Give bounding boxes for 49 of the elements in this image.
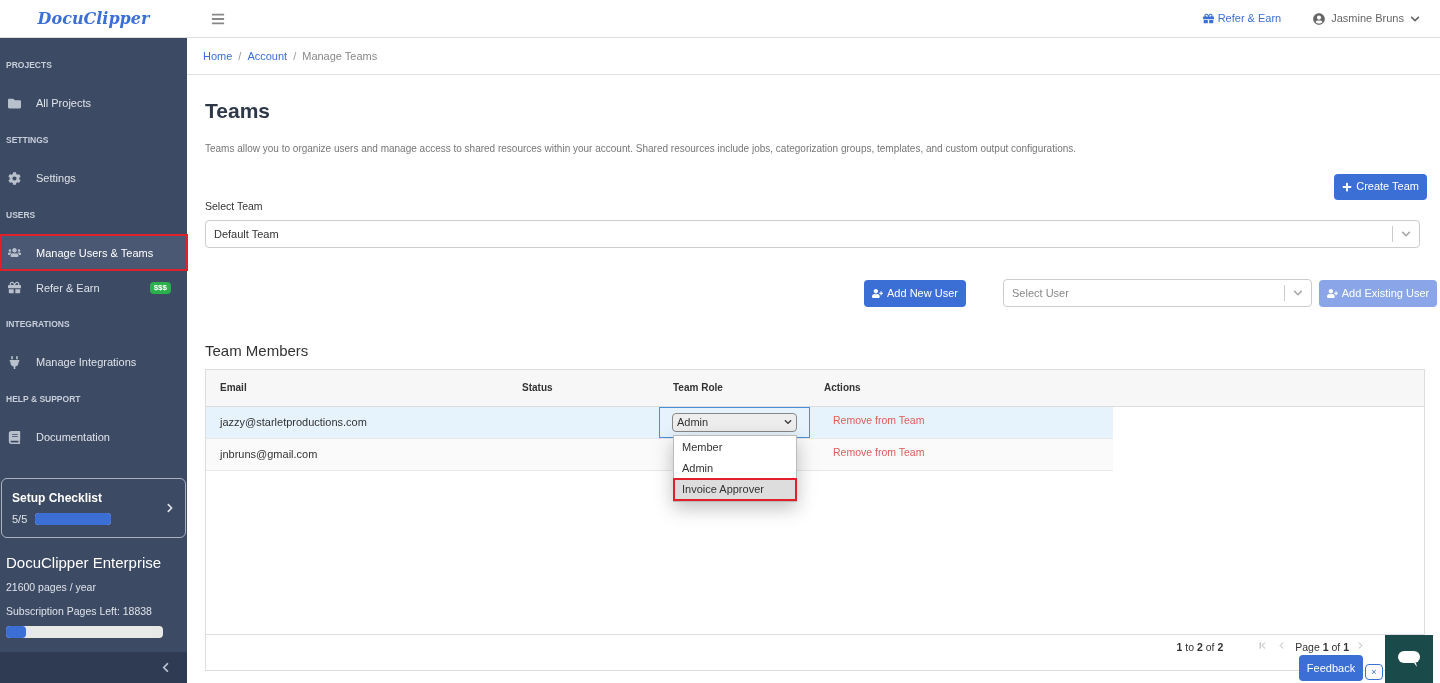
table-row[interactable]: jazzy@starletproductions.com Admin Remove from Team bbox=[206, 406, 1113, 439]
sidebar-item[interactable]: Settings bbox=[0, 160, 187, 196]
section-label: USERS bbox=[5, 208, 37, 222]
column-header[interactable]: Email bbox=[206, 380, 522, 396]
breadcrumb-link[interactable]: Account bbox=[247, 47, 288, 65]
breadcrumb-separator: / bbox=[293, 48, 297, 64]
user-menu[interactable]: Jasmine Bruns bbox=[1313, 10, 1420, 27]
user-select[interactable]: Select User bbox=[1003, 279, 1312, 308]
checklist-card[interactable]: Setup Checklist 5/5 bbox=[1, 477, 186, 538]
sidebar-item[interactable]: All Projects bbox=[0, 85, 187, 121]
menu-option[interactable]: Member bbox=[674, 436, 796, 458]
pages-left: Subscription Pages Left: 18838 bbox=[6, 604, 153, 619]
page-title: Teams bbox=[205, 98, 271, 124]
role-select[interactable]: Admin bbox=[672, 412, 797, 432]
create-team-button[interactable]: Create Team bbox=[1334, 173, 1427, 200]
checklist-count: 5/5 bbox=[12, 511, 28, 527]
logo[interactable]: DocuClipper bbox=[37, 6, 150, 31]
breadcrumb-link[interactable]: Manage Teams bbox=[302, 47, 378, 65]
sidebar-item[interactable]: Refer & Earn $$$ bbox=[0, 270, 187, 306]
column-header[interactable]: Team Role bbox=[673, 380, 824, 396]
column-header[interactable]: Status bbox=[522, 380, 673, 396]
plan-name: DocuClipper Enterprise bbox=[6, 552, 163, 573]
feedback-button[interactable]: Feedback bbox=[1299, 655, 1363, 681]
sidebar-item[interactable]: Documentation bbox=[0, 419, 187, 455]
add-new-user-button[interactable]: Add New User bbox=[864, 279, 966, 307]
team-select[interactable]: Default Team bbox=[205, 220, 1420, 249]
section-label: INTEGRATIONS bbox=[5, 318, 71, 331]
table-cell-text: jnbruns@gmail.com bbox=[218, 447, 319, 462]
section-label: PROJECTS bbox=[5, 59, 53, 72]
page-description: Teams allow you to organize users and manage access to shared resources within your account. Shared resources include jobs, categorization groups, templates, and custom output configurations. bbox=[205, 141, 1078, 156]
sidebar-item[interactable]: Manage Users & Teams bbox=[0, 235, 187, 271]
section-label: SETTINGS bbox=[5, 133, 50, 147]
close-button[interactable]: × bbox=[1365, 664, 1383, 680]
row-count: 1 to 2 of 2 bbox=[1176, 639, 1224, 655]
checklist-title: Setup Checklist bbox=[12, 489, 104, 507]
page-indicator: Page 1 of 1 bbox=[1295, 639, 1349, 655]
remove-link[interactable]: Remove from Team bbox=[833, 444, 925, 461]
section-label: HELP & SUPPORT bbox=[5, 393, 82, 406]
menu-option[interactable]: Invoice Approver bbox=[674, 478, 796, 500]
refer-link[interactable]: Refer & Earn bbox=[1202, 10, 1282, 27]
plan-pages: 21600 pages / year bbox=[6, 580, 97, 596]
badge: $$$ bbox=[149, 281, 171, 294]
breadcrumb-link[interactable]: Home bbox=[203, 47, 233, 65]
column-header[interactable]: Actions bbox=[824, 380, 974, 396]
field-label: Select Team bbox=[205, 198, 264, 214]
breadcrumb-separator: / bbox=[238, 48, 242, 64]
sidebar-item[interactable]: Manage Integrations bbox=[0, 345, 187, 380]
section-title: Team Members bbox=[205, 341, 310, 362]
table-cell-text: jazzy@starletproductions.com bbox=[218, 415, 368, 430]
